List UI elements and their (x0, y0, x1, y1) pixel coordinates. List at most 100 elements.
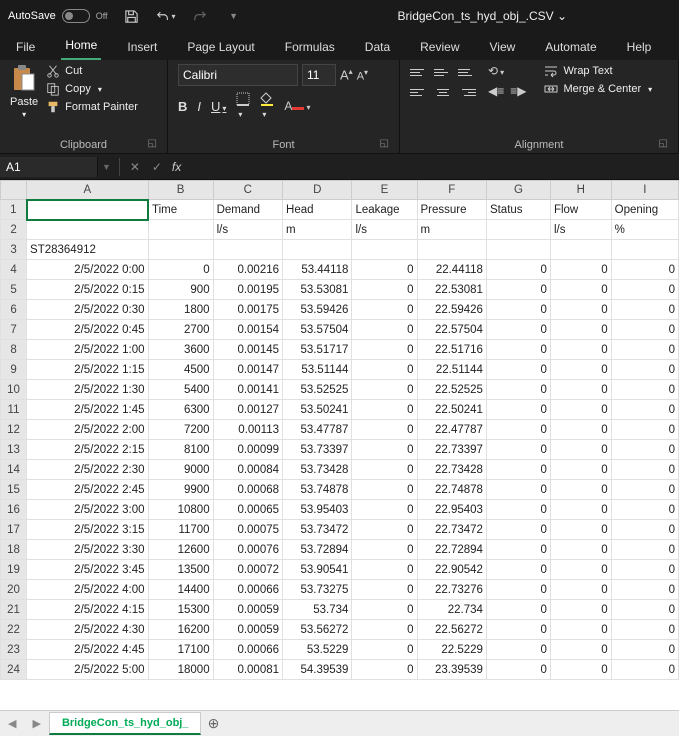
cell[interactable]: 0 (352, 480, 417, 500)
row-header[interactable]: 10 (1, 380, 27, 400)
cell[interactable]: 0.00195 (213, 280, 282, 300)
cell[interactable]: 0.00059 (213, 620, 282, 640)
cell[interactable]: l/s (550, 220, 611, 240)
cell[interactable]: 0.00066 (213, 640, 282, 660)
menu-help[interactable]: Help (623, 34, 656, 60)
cell[interactable]: 53.56272 (283, 620, 352, 640)
bold-button[interactable]: B (178, 99, 187, 114)
save-icon[interactable] (122, 6, 142, 26)
cell[interactable]: 0.00147 (213, 360, 282, 380)
file-name[interactable]: BridgeCon_ts_hyd_obj_.CSV ⌄ (398, 9, 568, 23)
decrease-indent-button[interactable]: ◀≡ (488, 84, 504, 100)
cell[interactable]: 0 (352, 640, 417, 660)
cell[interactable]: 53.59426 (283, 300, 352, 320)
fx-icon[interactable]: fx (172, 160, 181, 174)
col-header[interactable]: H (550, 181, 611, 200)
cell[interactable]: Time (148, 200, 213, 220)
cell[interactable]: 0.00145 (213, 340, 282, 360)
cell[interactable]: 7200 (148, 420, 213, 440)
cell[interactable]: Leakage (352, 200, 417, 220)
cell[interactable]: 0.00084 (213, 460, 282, 480)
cell[interactable]: 22.59426 (417, 300, 486, 320)
menu-file[interactable]: File (12, 34, 39, 60)
increase-indent-button[interactable]: ≡▶ (510, 84, 526, 100)
font-color-button[interactable]: A▾ (284, 99, 310, 113)
add-sheet-icon[interactable]: ⊕ (201, 715, 225, 732)
cell[interactable]: 0 (611, 500, 678, 520)
row-header[interactable]: 23 (1, 640, 27, 660)
cell[interactable]: 0 (611, 420, 678, 440)
cell[interactable]: 0 (352, 660, 417, 680)
cell[interactable]: 0 (611, 440, 678, 460)
menu-automate[interactable]: Automate (541, 34, 600, 60)
cell[interactable]: 22.73472 (417, 520, 486, 540)
cell[interactable]: Head (283, 200, 352, 220)
worksheet-grid[interactable]: ABCDEFGHI1TimeDemandHeadLeakagePressureS… (0, 180, 679, 710)
sheet-tab[interactable]: BridgeCon_ts_hyd_obj_ (49, 712, 202, 735)
cell[interactable]: 22.73276 (417, 580, 486, 600)
cell[interactable]: 22.734 (417, 600, 486, 620)
cell[interactable]: 0 (611, 380, 678, 400)
cell[interactable] (550, 240, 611, 260)
row-header[interactable]: 7 (1, 320, 27, 340)
cell[interactable]: 0 (611, 360, 678, 380)
cell[interactable]: 0 (486, 260, 550, 280)
cell[interactable]: 0 (611, 280, 678, 300)
cell[interactable]: 53.73472 (283, 520, 352, 540)
cell[interactable]: 22.56272 (417, 620, 486, 640)
cell[interactable]: 53.73397 (283, 440, 352, 460)
cell[interactable]: 0.00099 (213, 440, 282, 460)
cell[interactable]: 2/5/2022 0:30 (27, 300, 148, 320)
cell[interactable]: 0 (611, 320, 678, 340)
col-header[interactable] (1, 181, 27, 200)
cell[interactable]: 0 (550, 320, 611, 340)
cell[interactable]: 0.00141 (213, 380, 282, 400)
cell[interactable]: 22.73428 (417, 460, 486, 480)
cell[interactable]: 2/5/2022 4:30 (27, 620, 148, 640)
cell[interactable]: 2/5/2022 2:00 (27, 420, 148, 440)
cell[interactable] (417, 240, 486, 260)
cell[interactable]: 0.00113 (213, 420, 282, 440)
cut-button[interactable]: Cut (46, 64, 138, 78)
cell[interactable]: 0.00127 (213, 400, 282, 420)
cell[interactable]: 53.95403 (283, 500, 352, 520)
cell[interactable]: 53.73275 (283, 580, 352, 600)
underline-button[interactable]: U▾ (211, 99, 226, 114)
cell[interactable] (611, 240, 678, 260)
cell[interactable]: 0 (486, 480, 550, 500)
cell[interactable]: 12600 (148, 540, 213, 560)
cell[interactable]: 0 (611, 460, 678, 480)
cell[interactable]: 2/5/2022 3:45 (27, 560, 148, 580)
cell[interactable]: 0 (486, 380, 550, 400)
cell[interactable]: 0 (486, 280, 550, 300)
cell[interactable]: 0 (550, 640, 611, 660)
cell[interactable]: 0 (486, 640, 550, 660)
cell[interactable]: 23.39539 (417, 660, 486, 680)
cell[interactable]: 0 (550, 540, 611, 560)
cell[interactable]: 22.73397 (417, 440, 486, 460)
cell[interactable]: 4500 (148, 360, 213, 380)
cell[interactable] (213, 240, 282, 260)
cell[interactable]: 2/5/2022 0:15 (27, 280, 148, 300)
cell[interactable]: 2/5/2022 5:00 (27, 660, 148, 680)
cell[interactable]: 22.90542 (417, 560, 486, 580)
cell[interactable]: 0 (550, 500, 611, 520)
cell[interactable]: 0 (611, 580, 678, 600)
cell[interactable]: 0 (550, 280, 611, 300)
align-center-button[interactable] (434, 84, 452, 100)
cell[interactable]: 0 (352, 540, 417, 560)
align-bottom-button[interactable] (458, 64, 476, 80)
cell[interactable]: 0 (486, 500, 550, 520)
cell[interactable]: 2/5/2022 2:15 (27, 440, 148, 460)
cell[interactable]: 13500 (148, 560, 213, 580)
cell[interactable]: 22.95403 (417, 500, 486, 520)
cell[interactable]: 0 (352, 460, 417, 480)
cell[interactable]: Flow (550, 200, 611, 220)
cell[interactable] (352, 240, 417, 260)
cell[interactable]: 0 (352, 280, 417, 300)
cell[interactable]: 0 (486, 660, 550, 680)
name-box[interactable]: A1 (0, 157, 98, 177)
cell[interactable]: 0.00216 (213, 260, 282, 280)
cell[interactable]: 0 (352, 380, 417, 400)
cell[interactable]: 0 (486, 360, 550, 380)
